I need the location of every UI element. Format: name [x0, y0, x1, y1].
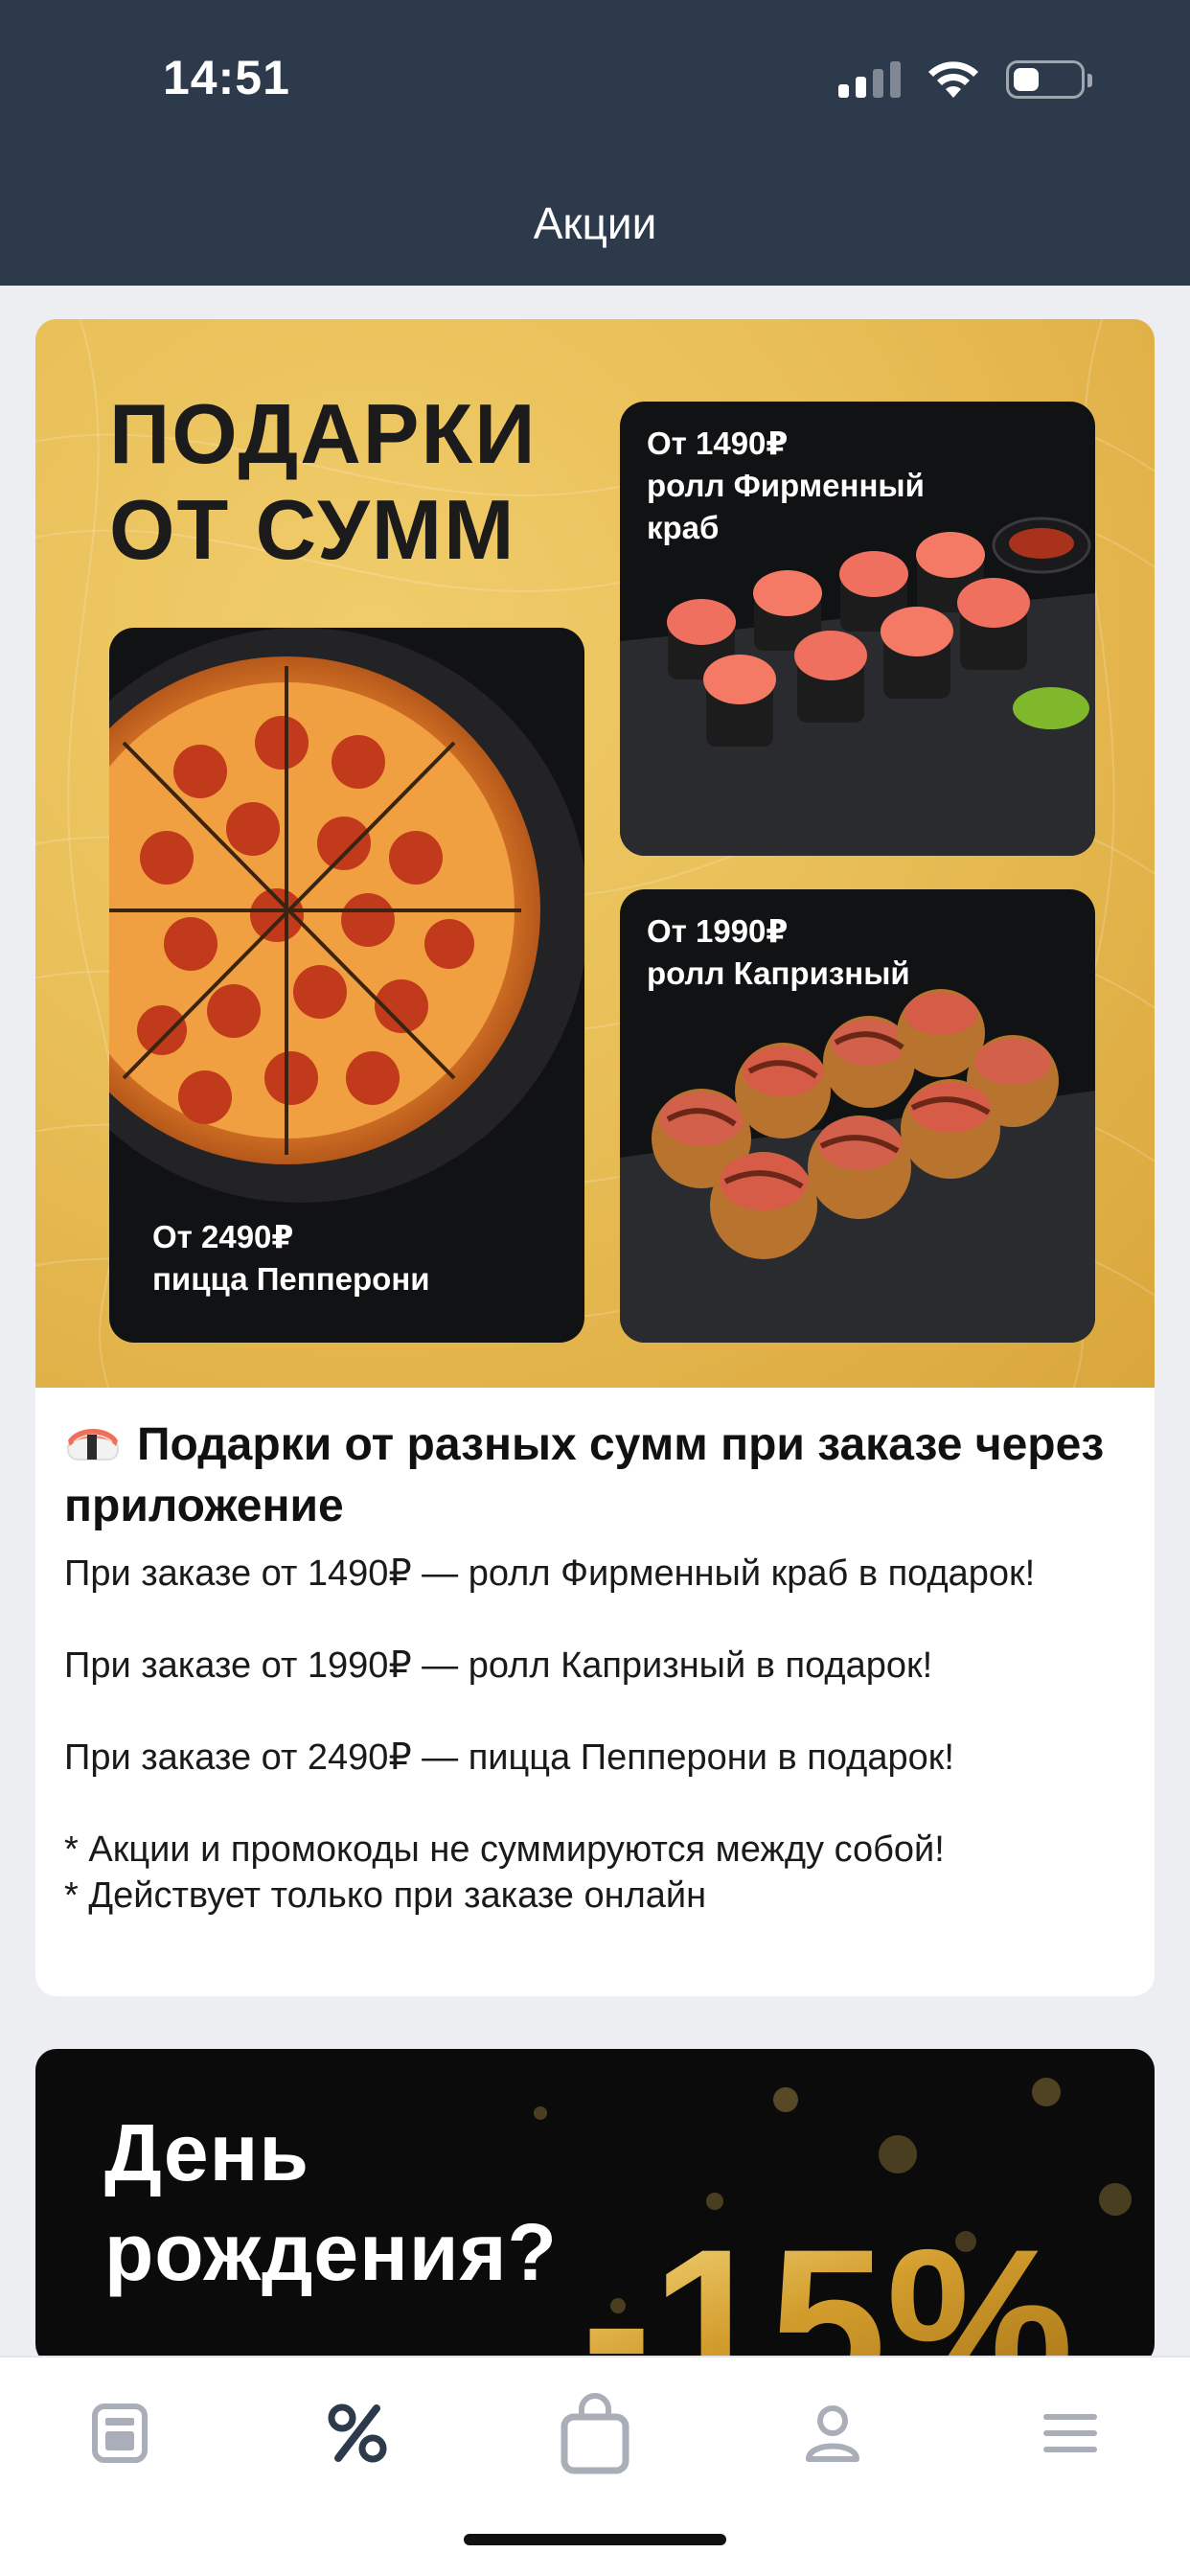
banner-title-line: ОТ СУММ: [109, 482, 516, 577]
kaprizny-tile-caption: От 1990₽ ролл Капризный: [647, 910, 910, 995]
promo-disclaimer: * Акции и промокоды не суммируются между…: [64, 1829, 945, 1916]
caption-line: ролл Фирменный: [647, 468, 925, 503]
discount-balloon-text: -15%: [582, 2202, 1074, 2365]
tab-promotions[interactable]: [314, 2390, 400, 2476]
menu-card-icon: [92, 2404, 148, 2463]
caption-line: От 1490₽: [647, 426, 789, 461]
birthday-title-line: День: [104, 2107, 309, 2197]
hamburger-icon: [1043, 2414, 1097, 2452]
pizza-tile-caption: От 2490₽ пицца Пепперони: [152, 1216, 430, 1300]
tab-cart[interactable]: [552, 2390, 638, 2476]
confetti-decoration: [879, 2135, 917, 2174]
caption-line: пицца Пепперони: [152, 1261, 430, 1297]
caption-line: краб: [647, 510, 720, 545]
confetti-decoration: [1032, 2078, 1061, 2106]
caption-line: От 1990₽: [647, 913, 789, 949]
pizza-tile: От 2490₽ пицца Пепперони: [109, 628, 584, 1343]
bag-icon: [561, 2393, 629, 2474]
percent-icon: [328, 2404, 387, 2463]
status-time: 14:51: [163, 51, 290, 104]
banner-title-line: ПОДАРКИ: [109, 386, 538, 481]
promo-paragraph: При заказе от 2490₽ — пицца Пепперони в …: [64, 1737, 954, 1778]
confetti-decoration: [1099, 2183, 1132, 2216]
tab-profile[interactable]: [790, 2390, 876, 2476]
home-indicator: [464, 2534, 726, 2545]
profile-icon: [806, 2405, 859, 2462]
tab-more[interactable]: [1027, 2390, 1113, 2476]
banner-title: ПОДАРКИ ОТ СУММ: [109, 386, 537, 578]
birthday-title: День рождения?: [104, 2103, 558, 2302]
sushi-icon: [64, 1418, 122, 1460]
signal-icon: [838, 61, 901, 98]
promo-paragraph: При заказе от 1490₽ — ролл Фирменный кра…: [64, 1553, 1036, 1594]
caption-line: ролл Капризный: [647, 955, 910, 991]
page-title: Акции: [533, 198, 657, 248]
promotions-screen: 14:51 Акции ПОДАРКИ ОТ СУММ От 2490₽ пиц…: [0, 0, 1190, 2576]
battery-level: [1014, 68, 1039, 91]
promo-card-gifts[interactable]: ПОДАРКИ ОТ СУММ От 2490₽ пицца Пепперони…: [35, 319, 1155, 1996]
caption-line: От 2490₽: [152, 1219, 294, 1254]
promo-paragraph: При заказе от 1990₽ — ролл Капризный в п…: [64, 1645, 933, 1686]
promo-heading-text: Подарки от разных сумм при заказе через …: [64, 1419, 1105, 1531]
crab-tile-caption: От 1490₽ ролл Фирменный краб: [647, 423, 925, 549]
promo-banner-gifts[interactable]: ПОДАРКИ ОТ СУММ От 2490₽ пицца Пепперони…: [35, 319, 1155, 1388]
status-icons: [838, 59, 1092, 100]
battery-icon: [1006, 60, 1092, 99]
promo-heading: Подарки от разных сумм при заказе через …: [64, 1414, 1128, 1537]
promo-card-body: Подарки от разных сумм при заказе через …: [64, 1414, 1128, 1919]
kaprizny-roll-tile: От 1990₽ ролл Капризный: [620, 889, 1095, 1343]
header: 14:51 Акции: [0, 0, 1190, 286]
promo-card-birthday[interactable]: День рождения? -15%: [35, 2049, 1155, 2365]
tab-menu[interactable]: [77, 2390, 163, 2476]
wifi-icon: [928, 61, 978, 98]
crab-roll-tile: От 1490₽ ролл Фирменный краб: [620, 402, 1095, 856]
confetti-decoration: [773, 2087, 798, 2112]
birthday-title-line: рождения?: [104, 2207, 558, 2297]
